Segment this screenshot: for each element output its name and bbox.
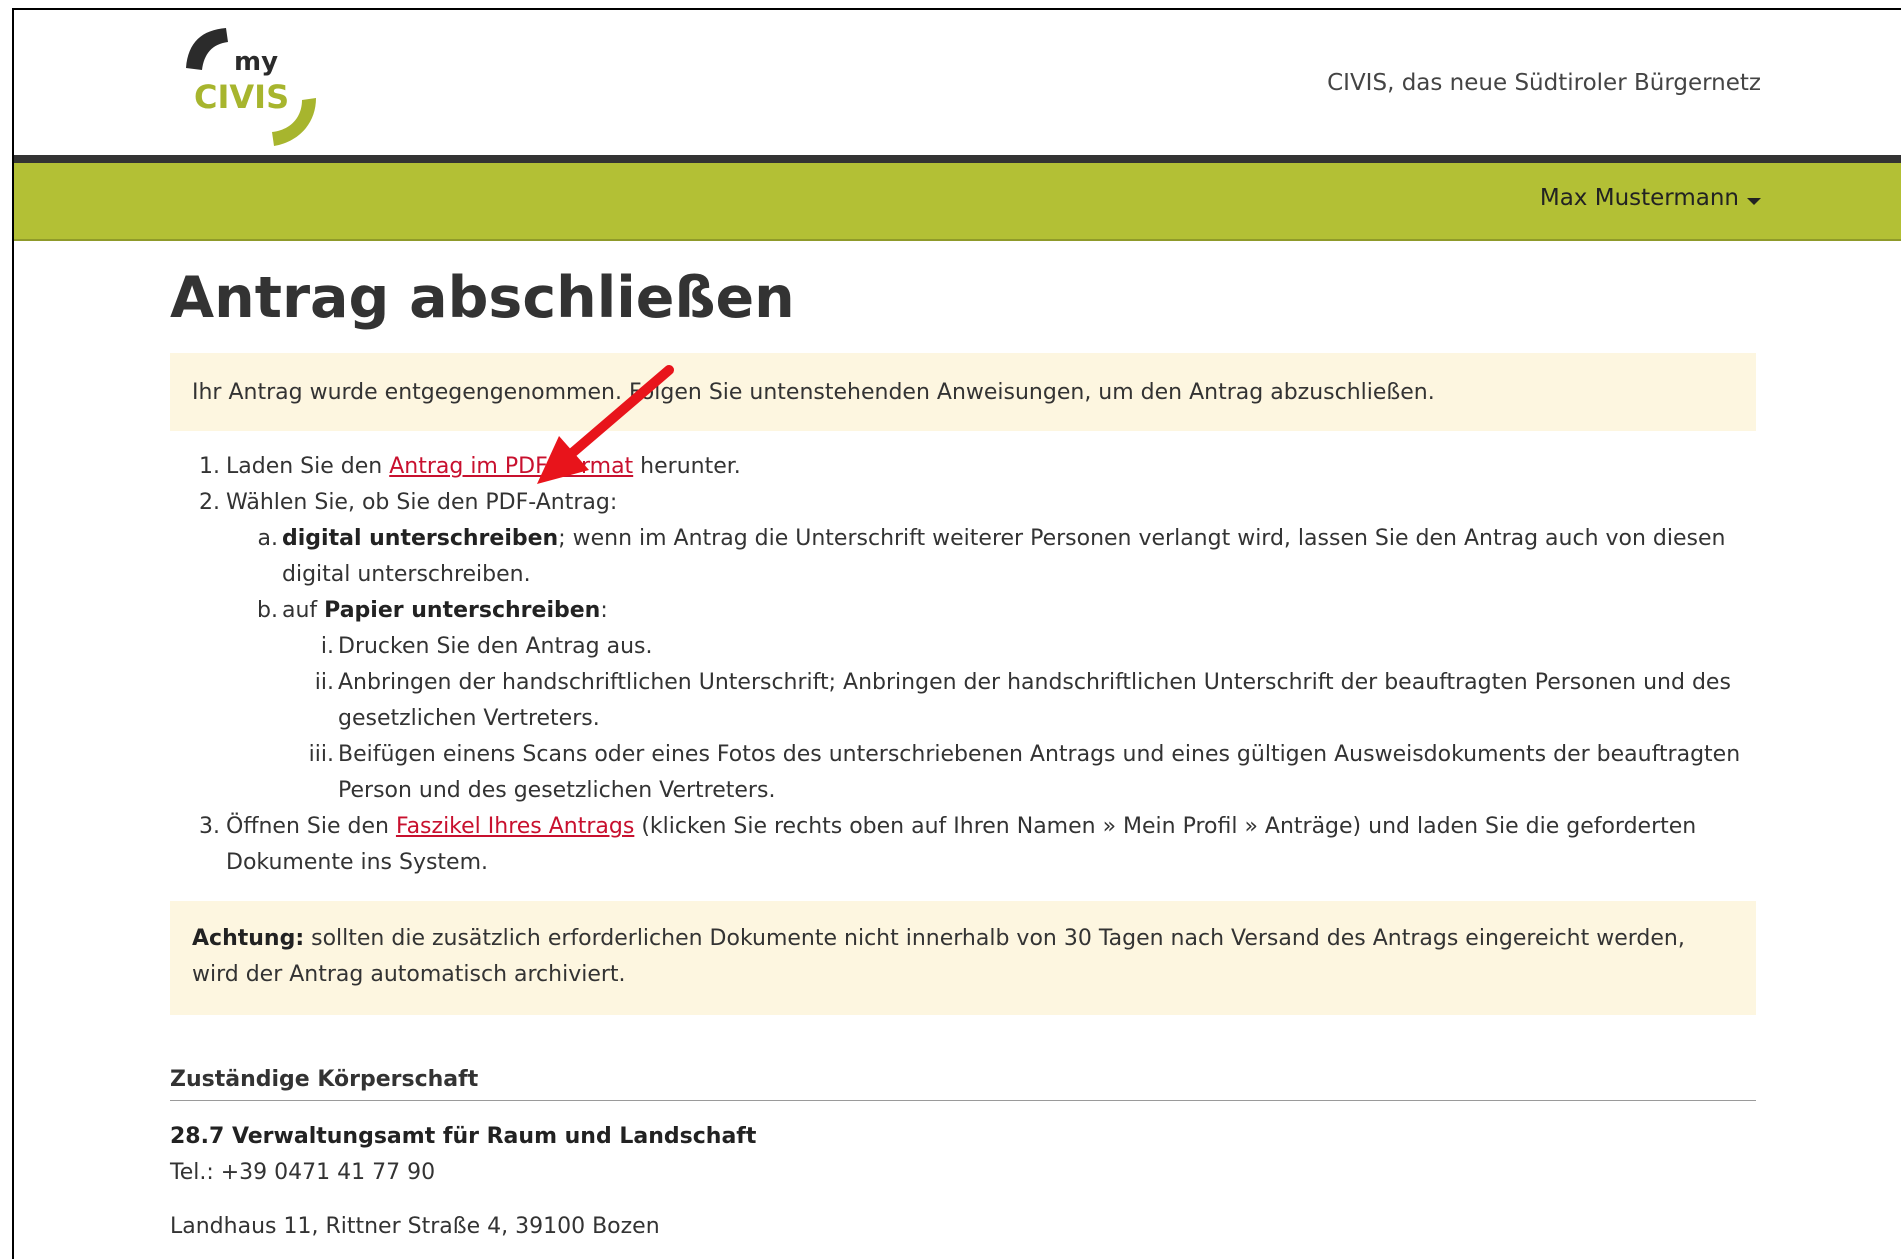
annotation-arrow-icon <box>537 365 674 484</box>
authority-phone: Tel.: +39 0471 41 77 90 <box>170 1160 436 1185</box>
step-2b-ii: ii. Anbringen der handschriftlichen Unte… <box>170 665 1756 737</box>
authority-address: Landhaus 11, Rittner Straße 4, 39100 Boz… <box>170 1214 660 1239</box>
site-tagline: CIVIS, das neue Südtiroler Bürgernetz <box>1327 70 1761 96</box>
chevron-down-icon <box>1747 197 1761 205</box>
step-2b: b. auf Papier unterschreiben: <box>170 593 1756 629</box>
authority-name: 28.7 Verwaltungsamt für Raum und Landsch… <box>170 1124 757 1149</box>
logo-my-text: my <box>234 47 278 77</box>
logo-arc-dark-icon <box>186 28 228 70</box>
step-text: Laden Sie den <box>226 454 390 479</box>
step-text: Wählen Sie, ob Sie den PDF-Antrag: <box>226 490 618 515</box>
warning-label: Achtung: <box>192 926 305 951</box>
user-name: Max Mustermann <box>1539 185 1739 211</box>
logo-civis-text: CIVIS <box>194 78 289 116</box>
authority-heading: Zuständige Körperschaft <box>170 1067 1756 1101</box>
user-menu-dropdown[interactable]: Max Mustermann <box>1540 185 1761 211</box>
step-text: Anbringen der handschriftlichen Untersch… <box>338 670 1731 731</box>
step-2b-iii: iii. Beifügen einens Scans oder eines Fo… <box>170 737 1756 809</box>
info-notice: Ihr Antrag wurde entgegengenommen. Folge… <box>170 353 1756 431</box>
browser-frame: my CIVIS CIVIS, das neue Südtiroler Bürg… <box>12 8 1901 1259</box>
step-emphasis: digital unterschreiben <box>282 526 559 551</box>
step-number: 2. <box>199 490 220 515</box>
step-text: Öffnen Sie den <box>226 814 396 839</box>
step-2b-i: i. Drucken Sie den Antrag aus. <box>170 629 1756 665</box>
warning-text: sollten die zusätzlich erforderlichen Do… <box>192 926 1685 987</box>
step-1: 1. Laden Sie den Antrag im PDF-Format he… <box>170 449 1756 485</box>
step-2: 2. Wählen Sie, ob Sie den PDF-Antrag: <box>170 485 1756 521</box>
step-number: ii. <box>314 670 334 695</box>
instruction-steps: 1. Laden Sie den Antrag im PDF-Format he… <box>170 449 1756 881</box>
warning-notice: Achtung: sollten die zusätzlich erforder… <box>170 901 1756 1015</box>
step-number: a. <box>257 526 278 551</box>
step-text: Drucken Sie den Antrag aus. <box>338 634 653 659</box>
step-number: 3. <box>199 814 220 839</box>
step-text: : <box>600 598 608 623</box>
step-number: 1. <box>199 454 220 479</box>
step-number: i. <box>320 634 334 659</box>
main-content: Antrag abschließen Ihr Antrag wurde entg… <box>170 265 1756 1245</box>
step-number: iii. <box>308 742 334 767</box>
site-header: my CIVIS CIVIS, das neue Südtiroler Bürg… <box>14 10 1901 155</box>
page-title: Antrag abschließen <box>170 265 795 331</box>
step-2a: a. digital unterschreiben; wenn im Antra… <box>170 521 1756 593</box>
step-text: Beifügen einens Scans oder eines Fotos d… <box>338 742 1741 803</box>
header-divider <box>14 155 1901 163</box>
step-number: b. <box>257 598 278 623</box>
step-emphasis: Papier unterschreiben <box>324 598 601 623</box>
application-file-link[interactable]: Faszikel Ihres Antrags <box>396 814 634 839</box>
mycivis-logo[interactable]: my CIVIS <box>174 20 344 150</box>
step-3: 3. Öffnen Sie den Faszikel Ihres Antrags… <box>170 809 1756 881</box>
nav-bar: Max Mustermann <box>14 163 1901 241</box>
step-text: auf <box>282 598 325 623</box>
